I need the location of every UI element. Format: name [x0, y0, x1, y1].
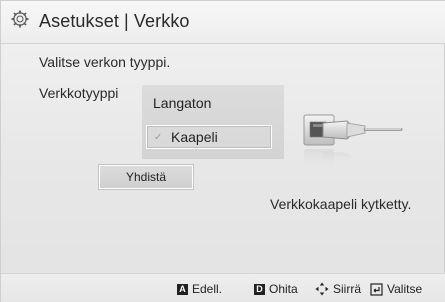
hint-move-label: Siirrä: [333, 282, 362, 296]
a-key-icon: A: [177, 283, 188, 295]
hint-move: Siirrä: [315, 282, 361, 296]
hint-back-label: Edell.: [192, 282, 223, 296]
check-icon: ✓: [154, 132, 163, 143]
page-title: Asetukset | Verkko: [39, 11, 190, 31]
title-bar: Asetukset | Verkko: [1, 1, 445, 44]
hint-skip: D Ohita: [254, 282, 298, 296]
network-type-label: Verkkotyyppi: [39, 85, 119, 101]
move-arrows-icon: [315, 282, 329, 296]
connection-status: Verkkokaapeli kytketty.: [270, 196, 412, 212]
settings-screen: Asetukset | Verkko Valitse verkon tyyppi…: [0, 0, 445, 302]
button-guide-bar: A Edell. D Ohita Siirrä Valitse: [1, 273, 445, 302]
option-wireless[interactable]: Langaton: [153, 95, 211, 111]
option-cable-label: Kaapeli: [171, 129, 218, 145]
option-cable[interactable]: ✓ Kaapeli: [146, 125, 272, 149]
hint-select: Valitse: [370, 282, 422, 296]
network-type-dropdown[interactable]: Langaton ✓ Kaapeli: [142, 85, 284, 159]
hint-select-label: Valitse: [387, 282, 423, 296]
instruction-text: Valitse verkon tyyppi.: [39, 54, 171, 70]
gear-icon: [11, 10, 29, 28]
connect-button[interactable]: Yhdistä: [99, 165, 193, 189]
hint-back: A Edell.: [177, 282, 222, 296]
d-key-icon: D: [254, 283, 265, 295]
ethernet-cable-icon: [303, 114, 403, 171]
enter-icon: [370, 282, 383, 296]
hint-skip-label: Ohita: [269, 282, 298, 296]
